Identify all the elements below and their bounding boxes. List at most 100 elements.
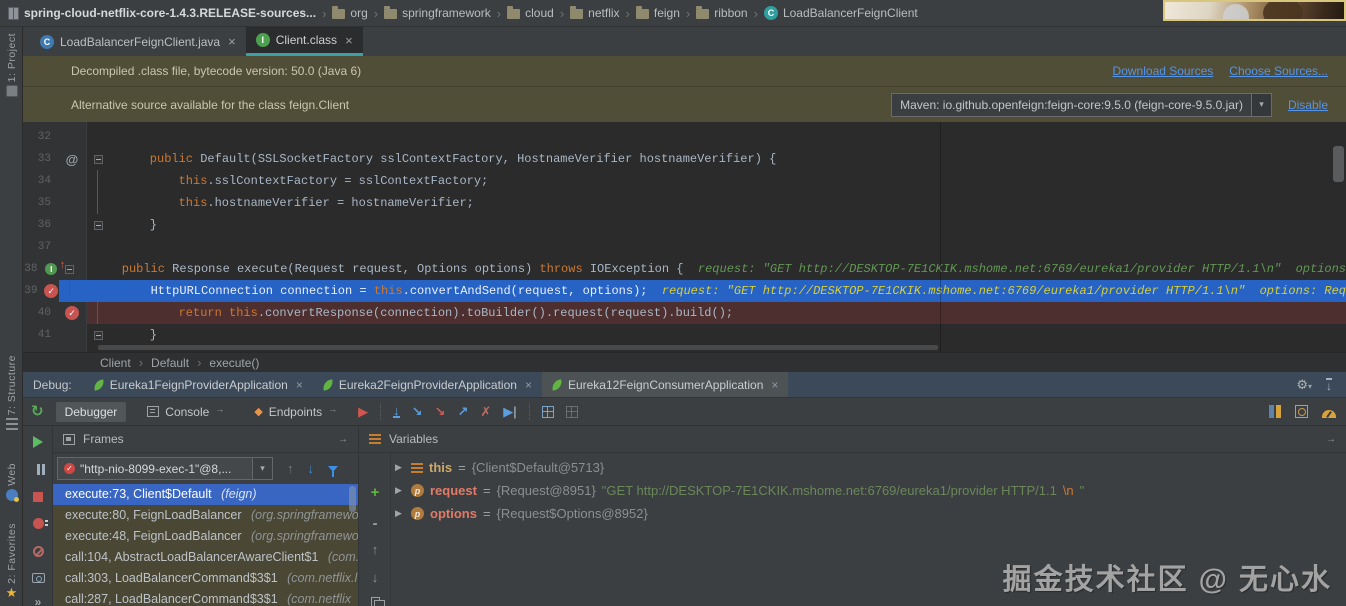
gutter-icon-cell[interactable]: ✓ [43, 280, 59, 302]
code-line-35[interactable]: 35 this.hostnameVerifier = hostnameVerifi… [23, 192, 1346, 214]
show-execution-point-icon[interactable]: ▶ [358, 404, 368, 419]
variable-row-options[interactable]: ▶ p options = {Request$Options@8952} [391, 502, 1346, 525]
frames-scrollbar-thumb[interactable] [349, 486, 356, 512]
download-sources-link[interactable]: Download Sources [1113, 64, 1214, 78]
fold-cell[interactable] [87, 148, 109, 170]
hide-library-frames-filter-icon[interactable] [328, 465, 338, 477]
expand-arrow-icon[interactable]: ▶ [395, 462, 405, 473]
close-icon[interactable]: × [525, 378, 532, 392]
fold-marker-icon[interactable] [93, 220, 103, 230]
source-jar-dropdown[interactable]: Maven: io.github.openfeign:feign-core:9.… [891, 92, 1272, 117]
fold-marker-icon[interactable] [65, 264, 75, 274]
layout-settings-icon[interactable] [565, 405, 578, 418]
stop-icon[interactable] [23, 492, 53, 502]
tab-console[interactable]: Console → [138, 402, 233, 422]
variable-row-request[interactable]: ▶ p request = {Request@8951} "GET http://D… [391, 479, 1346, 502]
step-into-icon[interactable]: ↘ [412, 404, 423, 419]
close-icon[interactable]: × [296, 378, 303, 392]
remove-watch-icon[interactable]: - [359, 516, 391, 531]
drop-frame-icon[interactable]: ✗ [480, 404, 491, 419]
breadcrumb-item-loadbalancerfeignclient[interactable]: C LoadBalancerFeignClient [762, 6, 920, 20]
force-step-into-icon[interactable]: ↘ [435, 404, 446, 419]
view-breakpoints-icon[interactable] [23, 518, 53, 529]
debug-session-tab-eureka1feignproviderapplication[interactable]: Eureka1FeignProviderApplication × [84, 372, 313, 397]
rerun-icon[interactable]: ↻ [31, 404, 44, 419]
close-icon[interactable]: × [345, 33, 353, 48]
code-line-38[interactable]: 38 Ipublic Response execute(Request reque… [23, 258, 1346, 280]
gutter-icon-cell[interactable]: ✓ [57, 302, 87, 324]
dock-mini-icon[interactable]: → [1326, 434, 1336, 445]
breadcrumb-item-springframework[interactable]: springframework [382, 6, 493, 20]
horizontal-scrollbar[interactable] [98, 345, 938, 350]
tab-endpoints[interactable]: ◆ Endpoints → [245, 402, 346, 422]
debug-session-tab-eureka12feignconsumerapplication[interactable]: Eureka12FeignConsumerApplication × [541, 372, 789, 397]
fold-cell[interactable] [87, 214, 109, 236]
camera-snapshot-icon[interactable] [23, 573, 53, 583]
variable-row-this[interactable]: ▶ this = {Client$Default@5713} [391, 456, 1346, 479]
choose-sources-link[interactable]: Choose Sources... [1229, 64, 1328, 78]
previous-frame-icon[interactable]: ↑ [287, 461, 294, 476]
sidebar-item--favorites[interactable]: 2: Favorites ★ [0, 523, 23, 599]
code-line-37[interactable]: 37 [23, 236, 1346, 258]
code-line-40[interactable]: 40 ✓ return this.convertResponse(connectio… [23, 302, 1346, 324]
breadcrumb-item-feign[interactable]: feign [634, 6, 682, 20]
gutter-icon-cell[interactable]: I [43, 258, 65, 280]
editor-tab-client-class[interactable]: I Client.class × [245, 27, 363, 56]
code-line-41[interactable]: 41} [23, 324, 1346, 346]
chevron-down-icon[interactable]: ▾ [252, 458, 272, 479]
gutter-icon-cell[interactable]: @ [57, 148, 87, 170]
expand-arrow-icon[interactable]: ▶ [395, 485, 405, 496]
duplicate-watch-icon[interactable] [359, 597, 391, 606]
editor-breadcrumb-default[interactable]: Default [151, 356, 189, 370]
fold-marker-icon[interactable] [93, 154, 103, 164]
thread-dump-icon[interactable] [1269, 405, 1281, 418]
breadcrumb-item-org[interactable]: org [330, 6, 369, 20]
fold-marker-icon[interactable] [93, 330, 103, 340]
stack-frame-row[interactable]: call:104, AbstractLoadBalancerAwareClien… [53, 547, 358, 568]
stack-frame-row[interactable]: execute:73, Client$Default (feign) [53, 484, 358, 505]
vertical-scrollbar[interactable] [1333, 146, 1344, 182]
sidebar-item-web[interactable]: Web [0, 463, 23, 502]
pause-program-icon[interactable] [23, 464, 53, 475]
stack-frame-row[interactable]: call:287, LoadBalancerCommand$3$1 (com.n… [53, 589, 358, 606]
code-line-32[interactable]: 32 [23, 126, 1346, 148]
profiler-gauge-icon[interactable] [1322, 409, 1336, 418]
next-frame-icon[interactable]: ↓ [308, 461, 315, 476]
code-line-33[interactable]: 33 @ public Default(SSLSocketFactory sslCo… [23, 148, 1346, 170]
memory-view-icon[interactable] [1295, 405, 1308, 418]
thread-selector-dropdown[interactable]: ✓ "http-nio-8099-exec-1"@8,... ▾ [57, 457, 273, 480]
resume-program-icon[interactable] [23, 436, 53, 448]
code-line-39[interactable]: 39 ✓ HttpURLConnection connection = this.c… [23, 280, 1346, 302]
hide-panel-icon[interactable]: ↓ [1326, 378, 1332, 392]
sidebar-item--structure[interactable]: 7: Structure [0, 355, 23, 431]
breadcrumb-item-netflix[interactable]: netflix [568, 6, 621, 20]
close-icon[interactable]: × [771, 378, 778, 392]
run-to-cursor-icon[interactable]: ▶| [503, 404, 516, 419]
step-over-icon[interactable]: ↓ [393, 404, 400, 418]
expand-arrow-icon[interactable]: ▶ [395, 508, 405, 519]
disable-link[interactable]: Disable [1288, 98, 1328, 112]
breakpoint-verified-icon[interactable]: ✓ [65, 306, 79, 320]
code-line-34[interactable]: 34 this.sslContextFactory = sslContextFac… [23, 170, 1346, 192]
stack-frame-row[interactable]: call:303, LoadBalancerCommand$3$1 (com.n… [53, 568, 358, 589]
more-actions-icon[interactable]: » [23, 595, 53, 606]
breadcrumb-item-ribbon[interactable]: ribbon [694, 6, 749, 20]
editor-tab-loadbalancerfeignclient-java[interactable]: C LoadBalancerFeignClient.java × [30, 27, 246, 56]
chevron-down-icon[interactable]: ▾ [1250, 93, 1271, 116]
fold-cell[interactable] [87, 324, 109, 346]
sidebar-item--project[interactable]: 1: Project [0, 33, 23, 98]
breadcrumb-item-cloud[interactable]: cloud [505, 6, 556, 20]
editor-breadcrumb-client[interactable]: Client [100, 356, 131, 370]
editor-breadcrumb-execute[interactable]: execute() [209, 356, 259, 370]
settings-gear-icon[interactable]: ⚙▾ [1296, 377, 1312, 393]
mute-breakpoints-icon[interactable] [23, 546, 53, 557]
breadcrumb-item-spring-cloud-netflix-core-1-4-[interactable]: spring-cloud-netflix-core-1.4.3.RELEASE-… [6, 6, 318, 20]
breakpoint-verified-icon[interactable]: ✓ [44, 284, 59, 298]
stack-frame-row[interactable]: execute:48, FeignLoadBalancer (org.sprin… [53, 526, 358, 547]
add-watch-icon[interactable]: + [359, 485, 391, 500]
close-icon[interactable]: × [228, 34, 236, 49]
code-editor[interactable]: 32 33 @ public Default(SSLSocketFactory ssl… [23, 122, 1346, 352]
debug-session-tab-eureka2feignproviderapplication[interactable]: Eureka2FeignProviderApplication × [313, 372, 542, 397]
move-watch-up-icon[interactable]: ↑ [359, 543, 391, 556]
code-line-36[interactable]: 36} [23, 214, 1346, 236]
